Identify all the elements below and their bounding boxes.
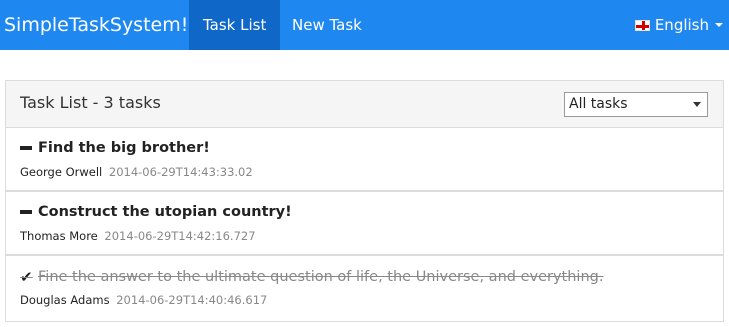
- top-navbar: SimpleTaskSystem! Task List New Task Eng…: [0, 0, 729, 50]
- task-meta: Thomas More 2014-06-29T14:42:16.727: [20, 229, 256, 243]
- task-person: Thomas More: [20, 229, 98, 243]
- task-meta: Douglas Adams 2014-06-29T14:40:46.617: [20, 293, 267, 307]
- nav-task-list[interactable]: Task List: [189, 0, 281, 50]
- england-flag-icon: [634, 19, 650, 31]
- task-title-text: Find the big brother!: [38, 140, 210, 156]
- task-person: George Orwell: [20, 165, 103, 179]
- chevron-down-icon: [693, 102, 701, 107]
- task-item[interactable]: Construct the utopian country! Thomas Mo…: [6, 192, 723, 256]
- task-title-text: Fine the answer to the ultimate question…: [38, 269, 604, 285]
- minus-icon: [20, 210, 32, 214]
- panel-title: Task List - 3 tasks: [20, 93, 161, 112]
- language-label: English: [654, 16, 709, 34]
- caret-down-icon: [715, 23, 723, 27]
- task-date: 2014-06-29T14:43:33.02: [108, 165, 253, 179]
- task-filter-select[interactable]: All tasks: [564, 92, 708, 117]
- task-date: 2014-06-29T14:40:46.617: [116, 293, 268, 307]
- task-title: Find the big brother!: [20, 140, 210, 156]
- task-meta: George Orwell 2014-06-29T14:43:33.02: [20, 165, 253, 179]
- task-item[interactable]: Find the big brother! George Orwell 2014…: [6, 128, 723, 192]
- nav-new-task[interactable]: New Task: [278, 0, 376, 50]
- task-list-panel: Task List - 3 tasks All tasks Find the b…: [5, 80, 724, 322]
- brand-link[interactable]: SimpleTaskSystem!: [4, 0, 188, 50]
- task-filter-value: All tasks: [569, 96, 628, 112]
- language-dropdown[interactable]: English: [634, 0, 723, 50]
- task-title: Construct the utopian country!: [20, 204, 292, 220]
- task-item[interactable]: ✔ Fine the answer to the ultimate questi…: [6, 256, 723, 320]
- check-icon: ✔: [20, 268, 33, 286]
- task-title: ✔ Fine the answer to the ultimate questi…: [20, 268, 603, 286]
- task-person: Douglas Adams: [20, 293, 110, 307]
- task-title-text: Construct the utopian country!: [38, 204, 292, 220]
- minus-icon: [20, 146, 32, 150]
- panel-heading: Task List - 3 tasks All tasks: [6, 81, 723, 128]
- task-date: 2014-06-29T14:42:16.727: [104, 229, 256, 243]
